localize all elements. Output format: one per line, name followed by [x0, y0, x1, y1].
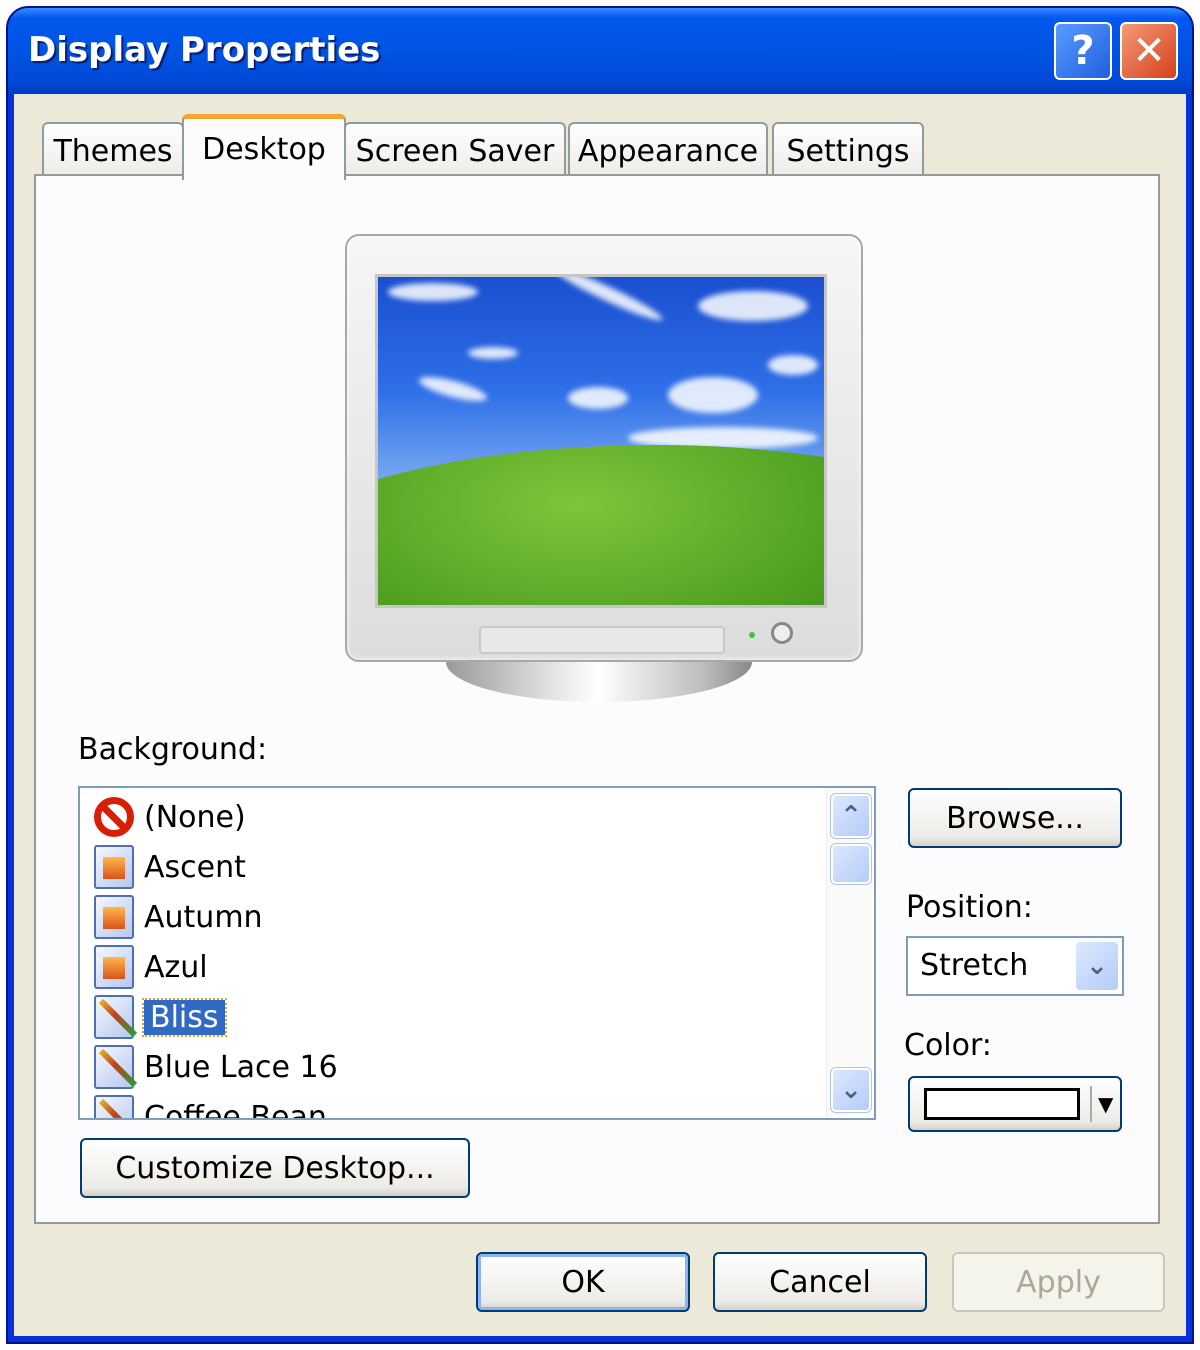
tab-desktop[interactable]: Desktop — [182, 114, 346, 180]
close-button[interactable]: ✕ — [1120, 22, 1178, 80]
list-scrollbar[interactable]: ⌃ ⌄ — [826, 790, 872, 1116]
no-entry-icon — [94, 797, 134, 837]
customize-desktop-button[interactable]: Customize Desktop... — [80, 1138, 470, 1198]
list-item[interactable]: Azul — [94, 944, 208, 990]
wallpaper-preview — [375, 274, 827, 608]
list-item[interactable]: Ascent — [94, 844, 246, 890]
apply-button[interactable]: Apply — [952, 1252, 1165, 1312]
position-select[interactable]: Stretch ⌄ — [906, 936, 1124, 996]
item-label: (None) — [144, 799, 246, 835]
dropdown-arrow-icon: ▼ — [1098, 1092, 1114, 1116]
background-list[interactable]: (None) Ascent Autumn Azul Bliss Blue Lac… — [78, 786, 876, 1120]
monitor-panel — [479, 626, 725, 654]
cancel-button[interactable]: Cancel — [713, 1252, 927, 1312]
window-title: Display Properties — [28, 30, 381, 70]
item-label: Autumn — [144, 899, 263, 935]
list-item[interactable]: Autumn — [94, 894, 263, 940]
tab-appearance[interactable]: Appearance — [568, 122, 768, 178]
paint-file-icon — [94, 1095, 134, 1118]
color-swatch — [924, 1088, 1080, 1120]
help-button[interactable]: ? — [1054, 22, 1112, 80]
item-label: Bliss — [142, 997, 227, 1037]
list-item-selected[interactable]: Bliss — [94, 994, 227, 1040]
background-label: Background: — [78, 732, 268, 767]
dialog-body: Themes Desktop Screen Saver Appearance S… — [14, 94, 1186, 1336]
scroll-up-button[interactable]: ⌃ — [830, 793, 872, 839]
monitor-preview — [345, 234, 863, 662]
list-item[interactable]: Blue Lace 16 — [94, 1044, 338, 1090]
item-label: Coffee Bean — [144, 1099, 327, 1120]
desktop-tab-panel: Background: (None) Ascent Autumn Azul Bl… — [34, 174, 1160, 1224]
image-file-icon — [94, 945, 134, 989]
image-file-icon — [94, 845, 134, 889]
scroll-thumb[interactable] — [830, 843, 872, 885]
divider — [1090, 1086, 1092, 1122]
list-item[interactable]: (None) — [94, 794, 246, 840]
list-item[interactable]: Coffee Bean — [94, 1094, 327, 1120]
browse-button[interactable]: Browse... — [908, 788, 1122, 848]
position-label: Position: — [906, 890, 1033, 925]
scroll-down-button[interactable]: ⌄ — [830, 1067, 872, 1113]
paint-file-icon — [94, 1045, 134, 1089]
ok-button[interactable]: OK — [476, 1252, 690, 1312]
item-label: Ascent — [144, 849, 246, 885]
power-led-icon — [749, 632, 755, 638]
color-picker-button[interactable]: ▼ — [908, 1076, 1122, 1132]
tab-settings[interactable]: Settings — [772, 122, 924, 178]
display-properties-window: Display Properties ? ✕ Themes Desktop Sc… — [6, 6, 1194, 1344]
tab-themes[interactable]: Themes — [42, 122, 184, 178]
power-button-icon — [771, 622, 793, 644]
image-file-icon — [94, 895, 134, 939]
title-bar[interactable]: Display Properties ? ✕ — [8, 8, 1192, 94]
monitor-stand — [446, 662, 752, 702]
paint-file-icon — [94, 995, 134, 1039]
color-label: Color: — [904, 1028, 992, 1063]
position-value: Stretch — [920, 948, 1029, 983]
chevron-down-icon[interactable]: ⌄ — [1076, 942, 1118, 990]
item-label: Azul — [144, 949, 208, 985]
item-label: Blue Lace 16 — [144, 1049, 338, 1085]
tab-screen-saver[interactable]: Screen Saver — [344, 122, 566, 178]
